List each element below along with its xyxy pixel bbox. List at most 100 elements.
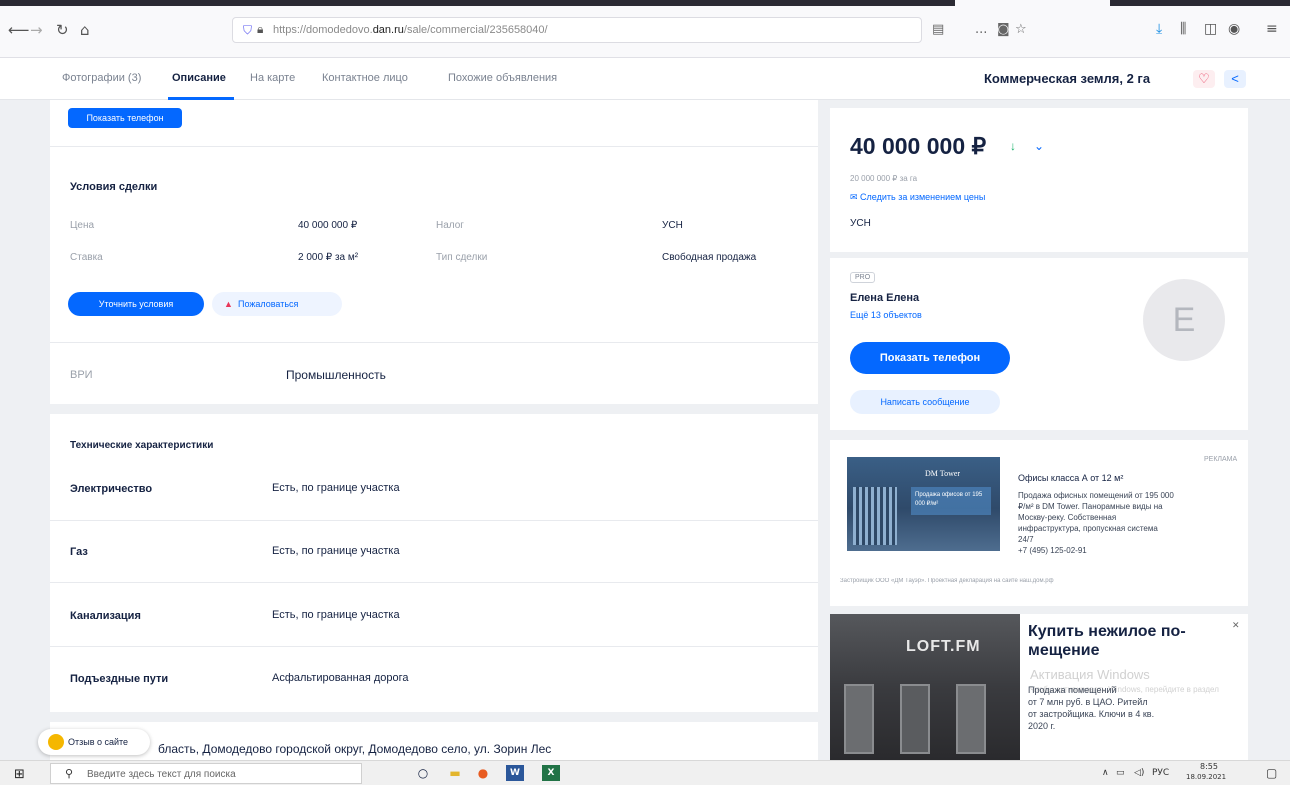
- tech-label: Электричество: [70, 483, 153, 495]
- track-price-label: Следить за изменением цены: [860, 192, 986, 202]
- word-icon[interactable]: W: [506, 765, 524, 781]
- clock-time[interactable]: 8:55: [1200, 762, 1218, 771]
- lock-icon[interactable]: 🔒︎: [257, 22, 263, 37]
- loft-window: [844, 684, 874, 754]
- write-message-button[interactable]: Написать сообщение: [850, 390, 1000, 414]
- back-icon[interactable]: ⟵: [8, 22, 30, 38]
- ad2-text-line: от застройщика. Ключи в 4 кв.: [1028, 709, 1155, 719]
- home-icon[interactable]: ⌂: [80, 22, 90, 38]
- price-change-icon: ↓: [1010, 139, 1016, 153]
- search-icon: ⚲: [65, 767, 74, 780]
- ad-label: РЕКЛАМА: [1204, 456, 1238, 463]
- vri-card: ВРИ Промышленность: [50, 342, 818, 404]
- tab-photos[interactable]: Фотографии (3): [62, 72, 141, 84]
- loft-window: [900, 684, 930, 754]
- agent-name: Елена Елена: [850, 292, 920, 304]
- loft-image[interactable]: LOFT.FM: [830, 614, 1020, 760]
- tech-value: Есть, по границе участка: [272, 609, 400, 621]
- address-bar[interactable]: ⛉ 🔒︎ https://domodedovo.dan.ru/sale/comm…: [232, 17, 922, 43]
- tax-label: Налог: [436, 220, 464, 231]
- task-view-icon[interactable]: ○: [414, 765, 432, 781]
- clock-date[interactable]: 18.09.2021: [1186, 773, 1226, 781]
- tab-map[interactable]: На карте: [250, 72, 295, 84]
- price-value: 40 000 000 ₽: [298, 220, 358, 231]
- windows-activation-hint: Чтобы активировать Windows, перейдите в …: [1030, 685, 1219, 694]
- reload-icon[interactable]: ↻: [56, 22, 69, 38]
- tech-value: Есть, по границе участка: [272, 545, 400, 557]
- page-actions-icon[interactable]: ...: [975, 22, 987, 37]
- ad-phone: +7 (495) 125-02-91: [1018, 546, 1087, 555]
- price-label: Цена: [70, 220, 95, 231]
- ad2-title-line: мещение: [1028, 642, 1100, 659]
- firefox-icon[interactable]: ●: [474, 765, 492, 781]
- volume-icon[interactable]: ◁): [1134, 768, 1144, 778]
- tab-contact[interactable]: Контактное лицо: [322, 72, 408, 84]
- price-per-ha: 20 000 000 ₽ за га: [850, 174, 918, 183]
- notifications-icon[interactable]: ▢: [1266, 766, 1277, 780]
- tech-label: Подъездные пути: [70, 673, 169, 685]
- ad-text-line: Москву-реку. Собственная: [1018, 513, 1117, 522]
- tower-facade: [853, 487, 897, 545]
- ad-footer: Застройщик ООО «ДМ Тауэр». Проектная дек…: [840, 578, 1054, 584]
- language-indicator[interactable]: РУС: [1152, 768, 1169, 778]
- divider: [50, 582, 818, 583]
- title-strip: [0, 0, 1290, 8]
- show-phone-button[interactable]: Показать телефон: [850, 342, 1010, 374]
- url-prefix: https://domodedovo.: [273, 24, 373, 36]
- reader-view-icon[interactable]: ▤: [932, 22, 944, 37]
- network-icon[interactable]: ▭: [1116, 768, 1125, 778]
- show-phone-button-top[interactable]: Показать телефон: [68, 108, 182, 128]
- pro-badge: PRO: [850, 272, 876, 283]
- agent-more-link[interactable]: Ещё 13 объектов: [850, 310, 922, 320]
- dm-tower-image[interactable]: DM Tower Продажа офисов от 195 000 ₽/м²: [847, 457, 1000, 551]
- ad2-title: Купить нежилое по- мещение: [1028, 622, 1186, 660]
- complain-button[interactable]: ▲ Пожаловаться: [212, 292, 342, 316]
- track-price-link[interactable]: ✉ Следить за изменением цены: [850, 192, 985, 203]
- share-icon[interactable]: <: [1224, 70, 1246, 88]
- complain-label: Пожаловаться: [238, 299, 299, 309]
- forward-icon[interactable]: →: [30, 22, 43, 38]
- ad2-text-line: от 7 млн руб. в ЦАО. Ритейл: [1028, 697, 1148, 707]
- bookmark-star-icon[interactable]: ☆: [1015, 22, 1027, 37]
- price-card: 40 000 000 ₽ ↓ ⌄ 20 000 000 ₽ за га ✉ Сл…: [830, 108, 1248, 252]
- deal-type-label: Тип сделки: [436, 252, 488, 263]
- listing-subnav: Фотографии (3) Описание На карте Контакт…: [0, 58, 1290, 100]
- price-dropdown-icon[interactable]: ⌄: [1034, 139, 1044, 153]
- download-icon[interactable]: ⤓: [1156, 21, 1162, 37]
- dm-tower-brand: DM Tower: [925, 469, 961, 478]
- tab-description[interactable]: Описание: [172, 72, 226, 84]
- deal-type-value: Свободная продажа: [662, 252, 757, 263]
- browser-toolbar: ⟵ → ↻ ⌂ ⛉ 🔒︎ https://domodedovo.dan.ru/s…: [0, 0, 1290, 58]
- price-tax: УСН: [850, 218, 871, 229]
- ad-text-line: инфраструктура, пропускная система: [1018, 524, 1158, 533]
- windows-start-icon[interactable]: ⊞: [14, 767, 25, 782]
- sidebar-icon[interactable]: ◫: [1204, 21, 1217, 37]
- library-icon[interactable]: ⫼: [1180, 21, 1186, 37]
- excel-icon[interactable]: X: [542, 765, 560, 781]
- clarify-terms-button[interactable]: Уточнить условия: [68, 292, 204, 316]
- favorite-heart-icon[interactable]: ♡: [1193, 70, 1215, 88]
- url-path: /sale/commercial/235658040/: [403, 24, 548, 36]
- tax-value: УСН: [662, 220, 683, 231]
- pocket-icon[interactable]: ◙: [997, 22, 1010, 37]
- page-title: Коммерческая земля, 2 га: [984, 71, 1151, 86]
- dm-tower-caption: Продажа офисов от 195 000 ₽/м²: [911, 487, 991, 515]
- tech-value: Есть, по границе участка: [272, 482, 400, 494]
- ad-close-icon[interactable]: ✕: [1232, 620, 1240, 631]
- deal-card: Показать телефон Условия сделки Цена 40 …: [50, 100, 818, 342]
- tracking-shield-icon[interactable]: ⛉: [243, 23, 252, 38]
- vri-value: Промышленность: [286, 368, 386, 382]
- windows-activation-watermark: Активация Windows: [1030, 667, 1150, 682]
- account-icon[interactable]: ◉: [1228, 21, 1240, 37]
- menu-icon[interactable]: ≡: [1266, 21, 1278, 37]
- tech-value: Асфальтированная дорога: [272, 672, 409, 684]
- feedback-button[interactable]: Отзыв о сайте: [38, 729, 150, 755]
- tray-chevron-icon[interactable]: ∧: [1102, 768, 1109, 778]
- taskbar-search[interactable]: ⚲ Введите здесь текст для поиска: [50, 763, 362, 784]
- file-explorer-icon[interactable]: ▬: [446, 765, 464, 781]
- ad-text-line: ₽/м² в DM Tower. Панорамные виды на: [1018, 502, 1163, 511]
- ad-title: Офисы класса А от 12 м²: [1018, 473, 1124, 483]
- windows-taskbar: ⊞ ⚲ Введите здесь текст для поиска ○ ▬ ●…: [0, 760, 1290, 785]
- taskbar-search-placeholder: Введите здесь текст для поиска: [87, 769, 236, 780]
- tab-similar[interactable]: Похожие объявления: [448, 72, 557, 84]
